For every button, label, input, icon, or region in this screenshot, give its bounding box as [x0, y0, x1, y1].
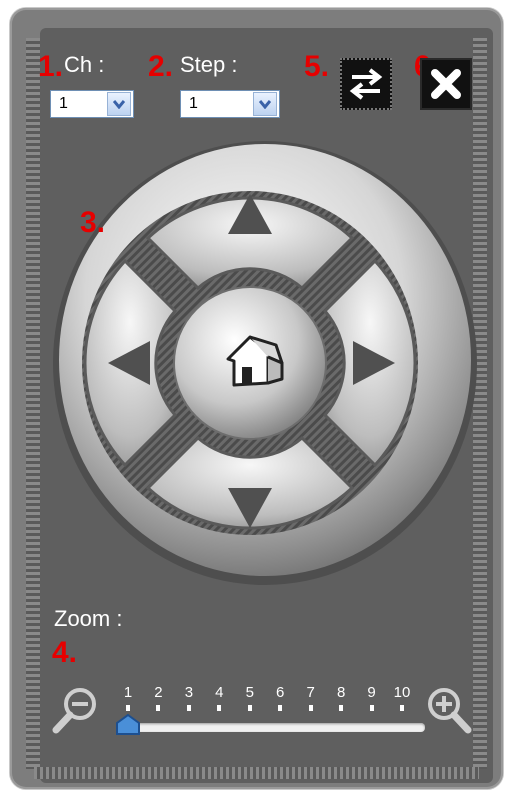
channel-select[interactable]: 1: [50, 90, 134, 118]
zoom-tick-mark: [339, 705, 344, 711]
zoom-tick-mark: [278, 705, 283, 711]
zoom-tick-mark: [186, 705, 191, 711]
zoom-in-icon[interactable]: [424, 684, 476, 736]
zoom-tick-mark: [308, 705, 313, 711]
chevron-down-icon[interactable]: [253, 92, 277, 116]
zoom-tick-label: 1: [123, 684, 133, 701]
zoom-tick-mark: [217, 705, 222, 711]
annotation-1: 1.: [38, 50, 64, 83]
zoom-tick-label: 7: [306, 684, 315, 701]
annotation-3: 3.: [80, 206, 106, 239]
channel-value: 1: [59, 95, 68, 112]
zoom-tick-label: 8: [336, 684, 346, 701]
zoom-tick-label: 10: [393, 684, 411, 701]
zoom-out-icon[interactable]: [50, 684, 102, 736]
channel-label: Ch :: [64, 52, 105, 77]
annotation-4: 4.: [52, 636, 78, 669]
zoom-slider-thumb[interactable]: [115, 714, 141, 736]
step-select[interactable]: 1: [180, 90, 280, 118]
frame-edge-left: [26, 38, 40, 769]
step-value: 1: [189, 95, 198, 112]
frame-edge-bottom: [34, 767, 479, 779]
zoom-label: Zoom :: [54, 606, 123, 631]
zoom-tick-mark: [247, 705, 252, 711]
zoom-slider-track[interactable]: [120, 723, 425, 732]
swap-button[interactable]: [340, 58, 392, 110]
step-label: Step :: [180, 52, 238, 77]
zoom-tick-mark: [369, 705, 374, 711]
zoom-tick-mark: [156, 705, 161, 711]
annotation-5: 5.: [304, 50, 330, 83]
annotation-2: 2.: [148, 50, 174, 83]
zoom-tick-label: 4: [215, 684, 224, 701]
zoom-tick-mark: [126, 705, 130, 711]
zoom-tick-label: 6: [276, 684, 285, 701]
swap-arrows-icon: [349, 68, 383, 100]
close-x-icon: [431, 69, 461, 99]
zoom-tick-label: 3: [184, 684, 194, 701]
zoom-tick-label: 2: [154, 684, 163, 701]
chevron-down-icon[interactable]: [107, 92, 131, 116]
close-button[interactable]: [420, 58, 472, 110]
ptz-direction-pad: [50, 138, 480, 588]
zoom-tick-mark: [400, 705, 404, 711]
zoom-tick-label: 5: [245, 684, 254, 701]
zoom-tick-label: 9: [367, 684, 376, 701]
